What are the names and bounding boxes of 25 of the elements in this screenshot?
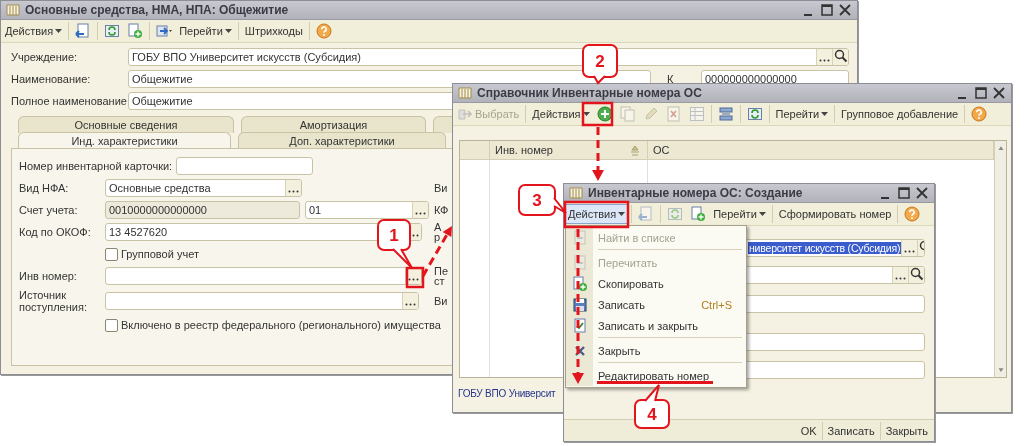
field-label: Пе ст bbox=[434, 266, 450, 286]
field-label: Счет учета: bbox=[19, 204, 79, 216]
field-label: Учреждение: bbox=[11, 51, 79, 63]
window-title: Основные средства, НМА, НПА: Общежитие bbox=[25, 3, 290, 17]
field-label: А р bbox=[434, 222, 443, 242]
callout-tooltip: 2 bbox=[582, 44, 618, 85]
field-label: Инв номер: bbox=[19, 270, 78, 282]
field-label: КФ bbox=[434, 205, 450, 215]
field-label: Полное наименование: bbox=[11, 95, 128, 107]
field-label: Вид НФА: bbox=[19, 182, 70, 194]
field-label: Источник поступления: bbox=[19, 288, 88, 313]
field-label: Наименование: bbox=[11, 73, 92, 85]
window-title: Справочник Инвентарные номера ОС bbox=[477, 86, 703, 100]
checkbox-label: Групповой учет bbox=[121, 248, 199, 260]
field-label: Номер инвентарной карточки: bbox=[19, 160, 173, 172]
window-title: Инвентарные номера ОС: Создание bbox=[588, 186, 804, 200]
field-label: Ви bbox=[434, 295, 449, 306]
callout-tooltip: 3 bbox=[518, 184, 567, 216]
field-label: Код по ОКОФ: bbox=[19, 226, 92, 238]
callout-tooltip: 1 bbox=[377, 219, 413, 269]
field-label: К bbox=[667, 73, 675, 85]
organization-label: ГОБУ ВПО Университ bbox=[458, 388, 556, 399]
field-label: Ви bbox=[434, 183, 449, 193]
checkbox-label: Включено в реестр федерального (регионального) имущества bbox=[121, 319, 441, 331]
callout-tooltip: 4 bbox=[634, 384, 670, 429]
